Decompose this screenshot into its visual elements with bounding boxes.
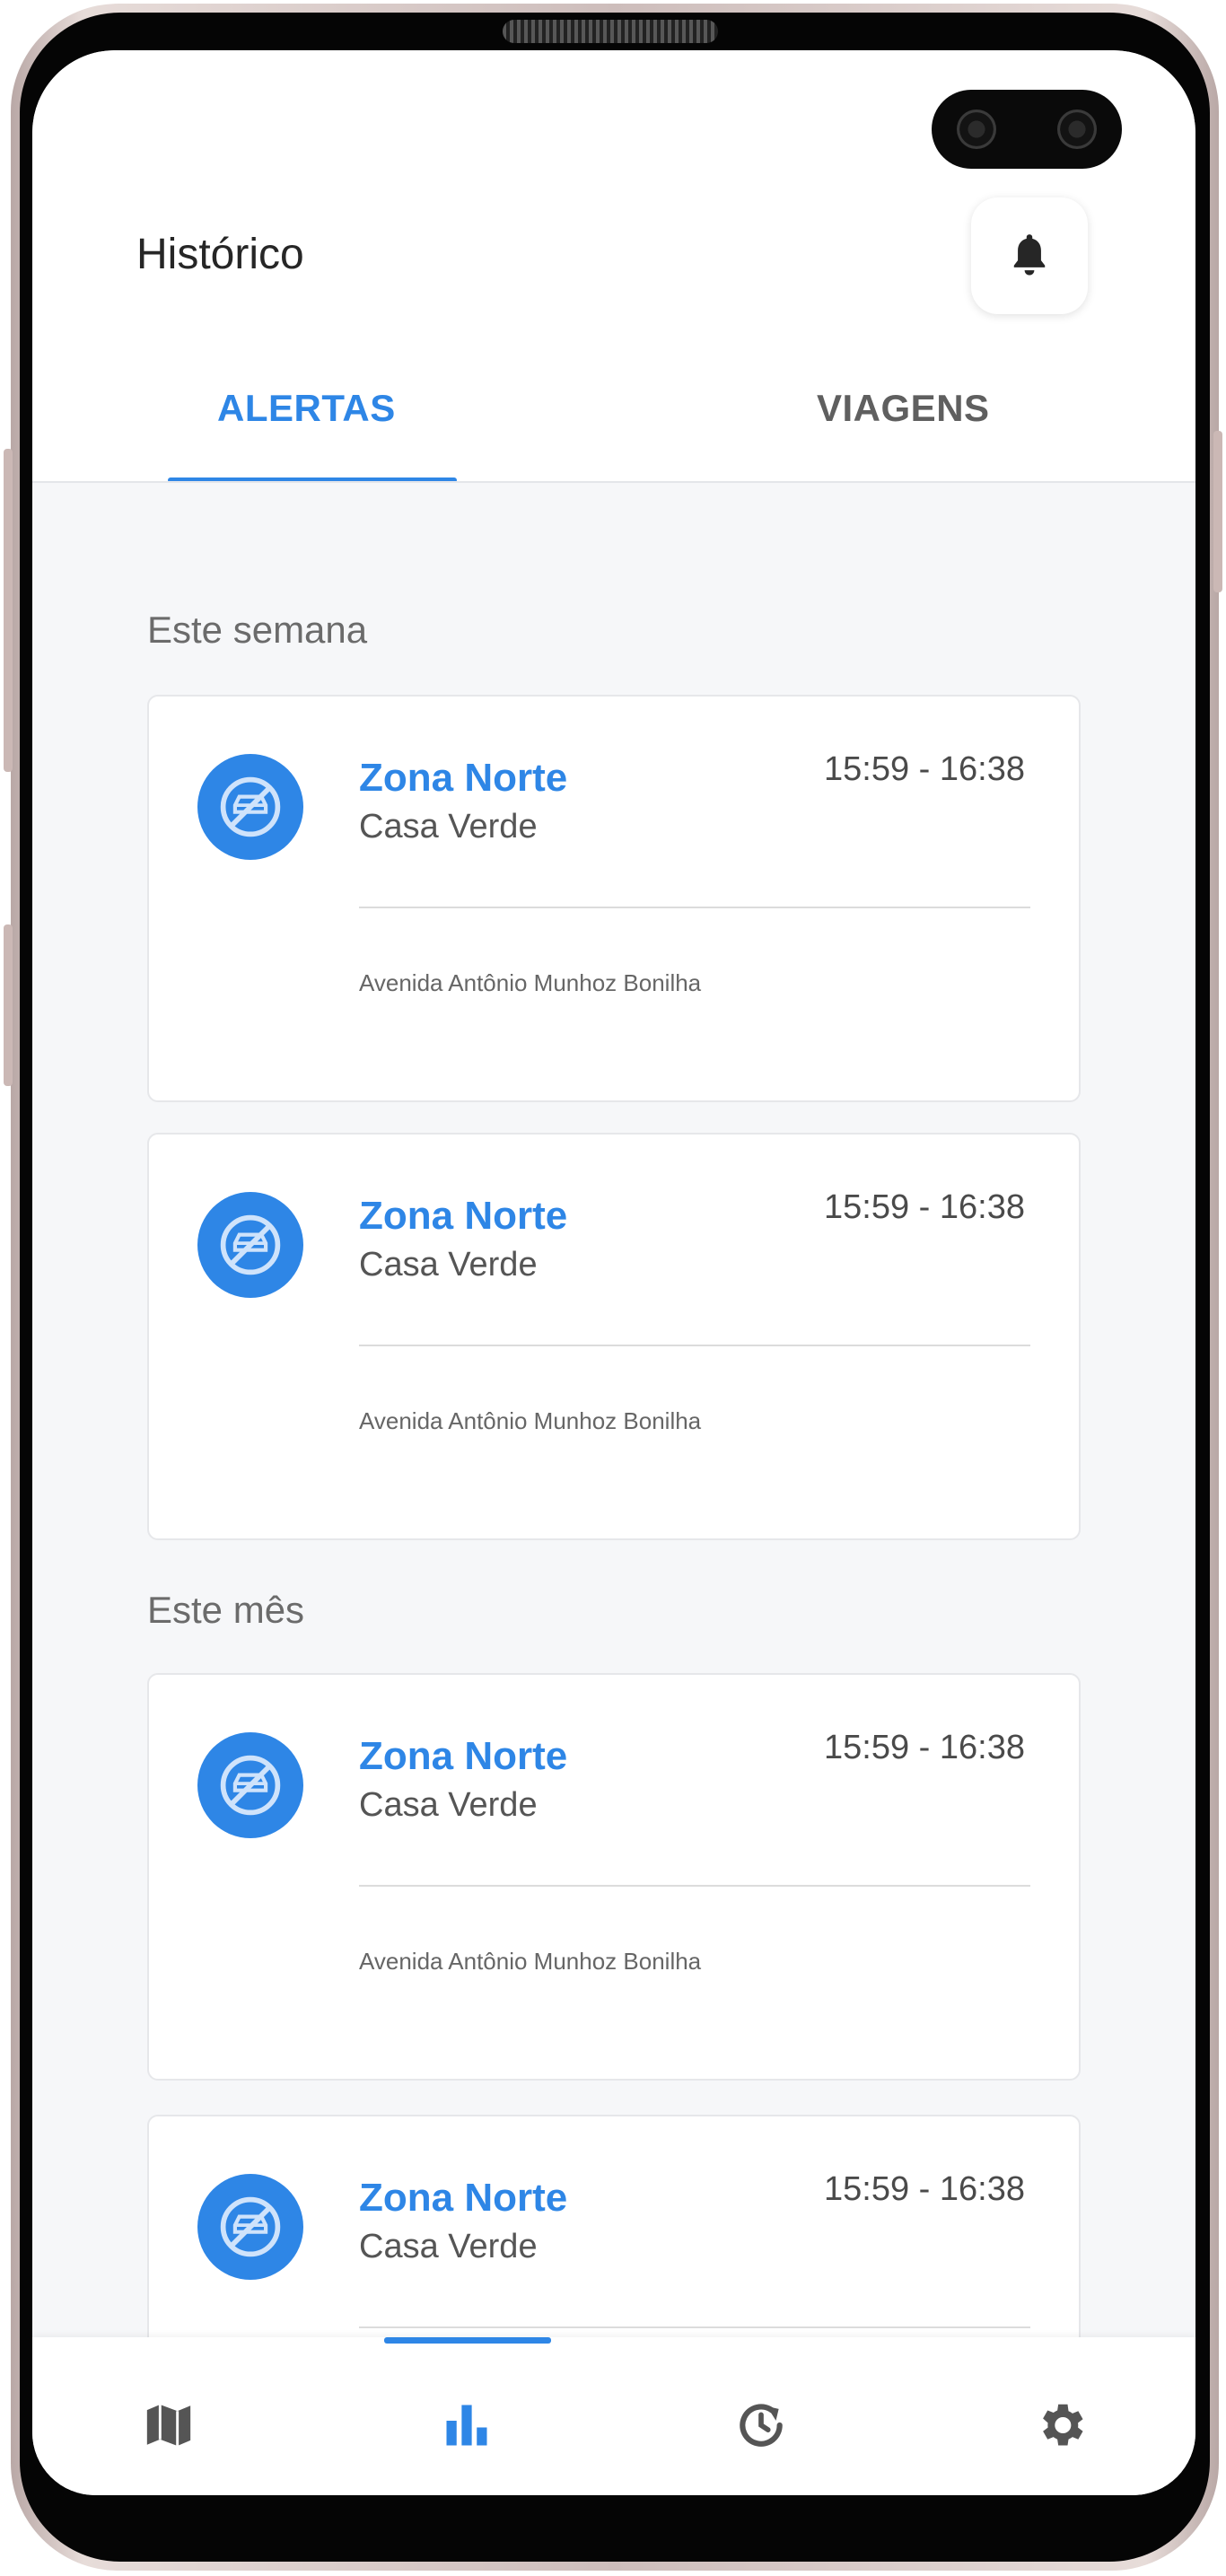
bottom-navigation	[32, 2337, 1195, 2495]
alert-district: Casa Verde	[359, 2228, 538, 2265]
alert-address: Avenida Antônio Munhoz Bonilha	[359, 969, 702, 996]
tab-alertas[interactable]: ALERTAS	[217, 387, 396, 430]
bell-icon	[1013, 234, 1046, 276]
alert-district: Casa Verde	[359, 1246, 538, 1284]
bar-chart-icon	[446, 2405, 487, 2446]
history-icon	[740, 2404, 783, 2447]
nav-history[interactable]	[725, 2389, 797, 2461]
active-nav-indicator	[384, 2337, 551, 2344]
power-button	[1213, 431, 1222, 592]
no-car-icon	[197, 2174, 303, 2280]
alert-time: 15:59 - 16:38	[824, 2170, 1025, 2208]
earpiece-speaker	[503, 20, 718, 43]
camera-lens	[1057, 110, 1097, 149]
alert-card[interactable]: Zona Norte Casa Verde 15:59 - 16:38 Aven…	[147, 1133, 1081, 1540]
card-divider	[359, 907, 1030, 908]
card-divider	[359, 2326, 1030, 2328]
alert-time: 15:59 - 16:38	[824, 750, 1025, 788]
alert-address: Avenida Antônio Munhoz Bonilha	[359, 1948, 702, 1975]
section-title-month: Este mês	[147, 1589, 305, 1631]
page-title: Histórico	[136, 231, 304, 278]
no-car-icon	[197, 1732, 303, 1838]
no-car-icon	[197, 1192, 303, 1298]
app-screen: Histórico ALERTAS VIAGENS Este semana Zo…	[32, 50, 1195, 2495]
settings-icon	[1043, 2404, 1083, 2446]
camera-lens	[957, 110, 996, 149]
alert-time: 15:59 - 16:38	[824, 1729, 1025, 1766]
alerts-list[interactable]: Este semana Zona Norte Casa Verde 15:59 …	[32, 483, 1195, 2495]
volume-button	[4, 449, 13, 772]
notifications-button[interactable]	[971, 197, 1088, 314]
card-divider	[359, 1885, 1030, 1887]
alert-zone: Zona Norte	[359, 1194, 568, 1238]
nav-map[interactable]	[133, 2389, 205, 2461]
alert-card[interactable]: Zona Norte Casa Verde 15:59 - 16:38 Aven…	[147, 1673, 1081, 2081]
alert-address: Avenida Antônio Munhoz Bonilha	[359, 1407, 702, 1434]
nav-settings[interactable]	[1025, 2389, 1097, 2461]
section-title-week: Este semana	[147, 609, 368, 651]
map-icon	[146, 2405, 191, 2446]
alert-district: Casa Verde	[359, 1786, 538, 1824]
tab-viagens[interactable]: VIAGENS	[817, 387, 990, 430]
alert-zone: Zona Norte	[359, 2176, 568, 2220]
alert-time: 15:59 - 16:38	[824, 1188, 1025, 1226]
alert-district: Casa Verde	[359, 808, 538, 846]
phone-mockup: Histórico ALERTAS VIAGENS Este semana Zo…	[0, 0, 1226, 2576]
card-divider	[359, 1345, 1030, 1346]
no-car-icon	[197, 754, 303, 860]
nav-statistics[interactable]	[431, 2389, 503, 2461]
front-camera	[932, 90, 1122, 169]
alert-zone: Zona Norte	[359, 1734, 568, 1778]
alert-zone: Zona Norte	[359, 756, 568, 800]
bixby-button	[4, 924, 13, 1086]
alert-card[interactable]: Zona Norte Casa Verde 15:59 - 16:38 Aven…	[147, 695, 1081, 1102]
